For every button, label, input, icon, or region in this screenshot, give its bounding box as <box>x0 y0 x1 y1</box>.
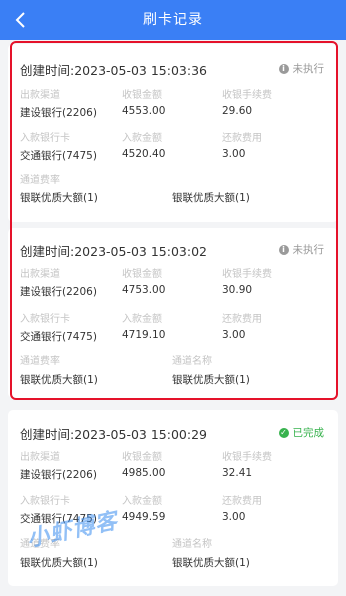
value-receipt-fee: 32.41 <box>222 467 253 479</box>
selection-highlight <box>10 41 338 400</box>
check-icon: ✓ <box>278 427 289 438</box>
value-out-channel: 建设银行(2206) <box>20 469 97 481</box>
record-card-3[interactable]: 创建时间:2023-05-03 15:00:29 ✓ 已完成 出款渠道 收银金额… <box>8 410 338 586</box>
label-receipt-amount: 收银金额 <box>122 452 162 463</box>
status-text: 已完成 <box>292 427 325 439</box>
page-title: 刷卡记录 <box>143 12 203 28</box>
value-channel-name: 银联优质大额(1) <box>172 557 250 569</box>
top-bar: 刷卡记录 <box>0 0 346 40</box>
value-repay-fee: 3.00 <box>222 511 246 523</box>
label-in-card: 入款银行卡 <box>20 496 70 507</box>
value-channel-rate: 银联优质大额(1) <box>20 557 98 569</box>
label-receipt-fee: 收银手续费 <box>222 452 272 463</box>
created-time: 创建时间:2023-05-03 15:00:29 <box>20 427 207 442</box>
status-badge: ✓ 已完成 <box>278 425 325 440</box>
label-in-amount: 入款金额 <box>122 496 162 507</box>
label-repay-fee: 还款费用 <box>222 496 262 507</box>
value-in-amount: 4949.59 <box>122 511 166 523</box>
value-receipt-amount: 4985.00 <box>122 467 166 479</box>
label-out-channel: 出款渠道 <box>20 452 60 463</box>
label-channel-name: 通道名称 <box>172 539 212 550</box>
